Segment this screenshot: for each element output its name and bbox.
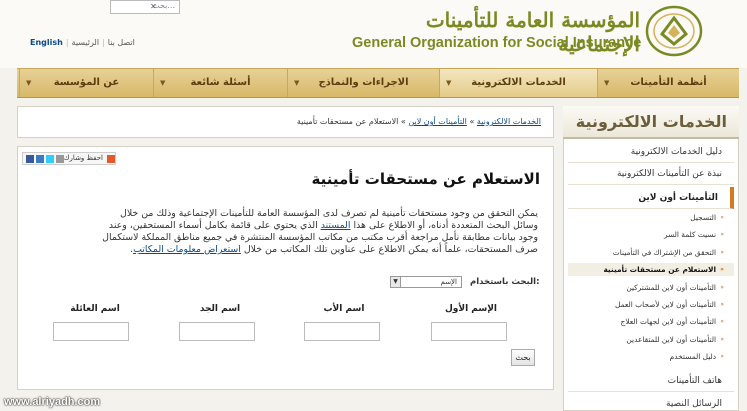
sidebar-item-eservices-about[interactable]: نبذة عن التأمينات الالكترونية bbox=[568, 163, 734, 185]
sidebar-sub-employers[interactable]: التأمينات أون لاين لأصحاب العمل bbox=[568, 298, 734, 311]
sidebar-sub-verify-subscription[interactable]: التحقق من الإشتراك في التأمينات bbox=[568, 246, 734, 259]
breadcrumb: الخدمات الالكترونية » التأمينات أون لاين… bbox=[17, 106, 554, 138]
breadcrumb-eservices[interactable]: الخدمات الالكترونية bbox=[477, 117, 541, 126]
sidebar-sub-treatment[interactable]: التأمينات أون لاين لجهات العلاج bbox=[568, 315, 734, 328]
sidebar-sub-forgot-password[interactable]: نسيت كلمة السر bbox=[568, 228, 734, 241]
father-name-input[interactable] bbox=[304, 322, 380, 341]
father-name-label: اسم الأب bbox=[323, 304, 365, 314]
search-by-select[interactable]: ▼ الإسم bbox=[390, 276, 462, 288]
share-icon bbox=[107, 155, 115, 163]
search-button[interactable]: بحث bbox=[511, 349, 535, 366]
site-search-input[interactable]: بحث... bbox=[110, 0, 180, 14]
family-name-input[interactable] bbox=[53, 322, 129, 341]
sidebar-item-eservices-guide[interactable]: دليل الخدمات الالكترونية bbox=[568, 141, 734, 163]
sidebar-sub-user-guide[interactable]: دليل المستخدم bbox=[568, 350, 734, 363]
sidebar-sub-subscribers[interactable]: التأمينات أون لاين للمشتركين bbox=[568, 281, 734, 294]
main-nav: أنظمة التأمينات ▼ الخدمات الالكترونية ▼ ال… bbox=[17, 68, 739, 98]
watermark-text: www.alriyadh.com bbox=[4, 396, 101, 408]
breadcrumb-separator: » bbox=[469, 117, 475, 126]
sidebar-title: الخدمات الالكترونية bbox=[563, 106, 739, 139]
org-name-english: General Organization for Social Insuranc… bbox=[352, 35, 642, 51]
contact-link[interactable]: اتصل بنا bbox=[108, 38, 135, 47]
grandfather-name-label: اسم الجد bbox=[199, 304, 241, 314]
offices-info-link[interactable]: استعراض معلومات المكاتب bbox=[133, 244, 241, 255]
twitter-icon[interactable] bbox=[46, 155, 54, 163]
share-bar[interactable]: احفظ وشارك bbox=[22, 152, 116, 165]
page-title: الاستعلام عن مستحقات تأمينية bbox=[311, 170, 540, 188]
document-link[interactable]: المستند bbox=[321, 220, 351, 231]
chevron-down-icon[interactable]: ▼ bbox=[391, 277, 401, 287]
search-by-label: البحث باستخدام: bbox=[470, 277, 540, 287]
first-name-input[interactable] bbox=[431, 322, 507, 341]
home-link[interactable]: الرئيسية bbox=[72, 38, 100, 47]
nav-insurance-systems[interactable]: أنظمة التأمينات ▼ bbox=[597, 69, 739, 97]
share-label: احفظ وشارك bbox=[63, 154, 103, 162]
linkedin-icon[interactable] bbox=[36, 155, 44, 163]
family-name-label: اسم العائلة bbox=[70, 304, 120, 314]
first-name-label: الإسم الأول bbox=[444, 304, 498, 314]
breadcrumb-current: الاستعلام عن مستحقات تأمينية bbox=[296, 117, 399, 126]
gosi-logo-icon[interactable] bbox=[644, 4, 704, 58]
top-links: English | اتصل بنا|الرئيسية bbox=[30, 38, 135, 47]
breadcrumb-separator: » bbox=[400, 117, 406, 126]
search-icon[interactable]: ✕ bbox=[150, 2, 159, 11]
nav-faq[interactable]: أسئلة شائعة ▼ bbox=[153, 69, 287, 97]
sidebar-item-sms[interactable]: الرسائل النصية bbox=[568, 393, 734, 411]
facebook-icon[interactable] bbox=[26, 155, 34, 163]
sidebar-item-phone[interactable]: هاتف التأمينات bbox=[568, 370, 734, 392]
sidebar-sub-register[interactable]: التسجيل bbox=[568, 211, 734, 224]
sidebar-item-online[interactable]: التأمينات أون لاين bbox=[568, 187, 734, 209]
english-link[interactable]: English bbox=[30, 38, 63, 47]
nav-procedures-forms[interactable]: الاجراءات والنماذج ▼ bbox=[287, 69, 439, 97]
nav-about[interactable]: عن المؤسسة ▼ bbox=[19, 69, 153, 97]
grandfather-name-input[interactable] bbox=[179, 322, 255, 341]
nav-eservices[interactable]: الخدمات الالكترونية ▼ bbox=[439, 69, 597, 97]
intro-paragraph: يمكن التحقق من وجود مستحقات تأمينية لم ت… bbox=[102, 208, 538, 255]
sidebar-sub-dues-inquiry[interactable]: الاستعلام عن مستحقات تأمينية bbox=[568, 263, 734, 276]
sidebar-sub-retirees[interactable]: التأمينات أون لاين للمتقاعدين bbox=[568, 333, 734, 346]
breadcrumb-online[interactable]: التأمينات أون لاين bbox=[408, 117, 467, 126]
